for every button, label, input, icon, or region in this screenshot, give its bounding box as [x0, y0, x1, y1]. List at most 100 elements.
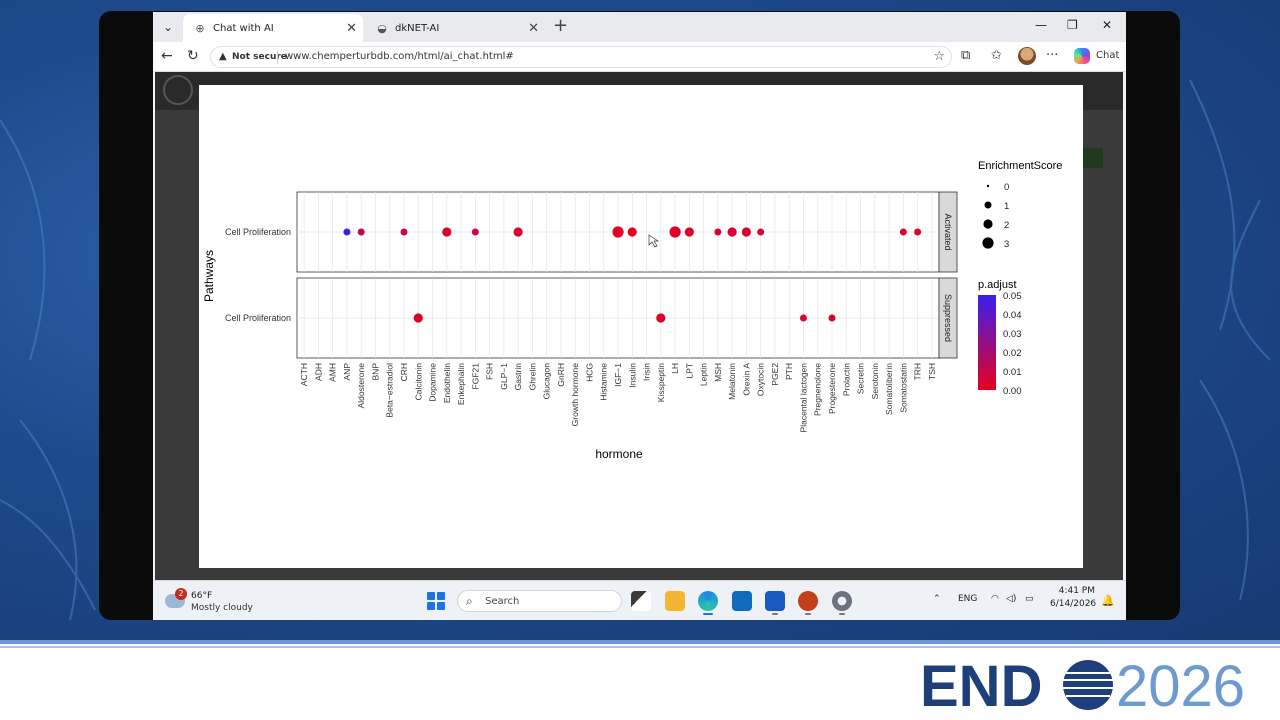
- data-point: [413, 313, 423, 323]
- copilot-icon[interactable]: [1074, 48, 1090, 64]
- new-tab-icon[interactable]: +: [553, 17, 568, 35]
- x-tick-label: Progesterone: [827, 363, 837, 414]
- x-tick-label: Kisspeptin: [656, 363, 666, 402]
- color-legend-tick: 0.00: [1003, 386, 1022, 397]
- tab-strip: ⌄ ⊕ Chat with AI ✕ ◒ dkNET-AI ✕ + — ❐ ✕: [153, 12, 1126, 42]
- data-point: [357, 228, 365, 236]
- chart-svg: Pathways hormone Cell Proliferation Cell…: [202, 160, 1062, 461]
- close-tab-icon[interactable]: ✕: [346, 21, 357, 36]
- size-legend-label: 1: [1004, 201, 1009, 212]
- size-legend-title: EnrichmentScore: [978, 160, 1062, 172]
- restore-icon[interactable]: ❐: [1067, 18, 1078, 32]
- x-tick-label: ANP: [342, 363, 352, 381]
- tab-actions-menu[interactable]: ⌄: [156, 16, 180, 38]
- color-legend-tick: 0.04: [1003, 310, 1022, 321]
- weather-condition: Mostly cloudy: [191, 603, 253, 613]
- color-legend-tick: 0.03: [1003, 329, 1022, 340]
- windows-start-icon[interactable]: [427, 592, 445, 610]
- task-view-icon[interactable]: [631, 591, 651, 611]
- x-tick-labels: ACTH ADH AMH ANP Aldosterone BNP Beta−estradio…: [299, 363, 937, 433]
- windows-taskbar: 2 66°F Mostly cloudy ⌕ Search ⌃ ENG ◠ ◁)…: [153, 580, 1126, 620]
- url-box[interactable]: ▲ Not secure www.chemperturbdb.com/html/…: [210, 46, 952, 68]
- svg-text:2026: 2026: [1116, 654, 1245, 716]
- settings-gear-icon[interactable]: [832, 591, 852, 615]
- minimize-icon[interactable]: —: [1035, 18, 1047, 32]
- wifi-icon[interactable]: ◠: [991, 594, 999, 604]
- x-tick-label: Growth hormone: [570, 363, 580, 427]
- data-point: [714, 228, 722, 236]
- chevron-up-icon[interactable]: ⌃: [933, 594, 941, 604]
- data-point: [741, 227, 752, 237]
- tab-dknet-ai[interactable]: ◒ dkNET-AI ✕: [365, 14, 545, 42]
- data-point: [669, 226, 681, 238]
- data-point: [513, 227, 523, 237]
- data-point: [627, 227, 637, 237]
- file-explorer-icon[interactable]: [665, 591, 685, 611]
- color-legend-title: p.adjust: [978, 279, 1017, 291]
- size-legend-label: 0: [1004, 182, 1009, 193]
- x-tick-label: Somatostatin: [898, 363, 908, 413]
- url-text[interactable]: www.chemperturbdb.com/html/ai_chat.html#: [285, 51, 514, 62]
- facet-suppressed-panel: [296, 277, 958, 359]
- x-tick-label: Beta−estradiol: [385, 363, 395, 418]
- x-tick-label: MSH: [713, 363, 723, 382]
- favorite-star-icon[interactable]: ☆: [933, 49, 945, 64]
- x-tick-label: GnRH: [556, 363, 566, 387]
- x-tick-label: Histamine: [599, 363, 609, 401]
- taskbar-search[interactable]: ⌕ Search: [457, 590, 622, 612]
- side-tag: [1083, 148, 1103, 168]
- notification-badge: 2: [175, 588, 187, 600]
- clock-time: 4:41 PM: [1058, 586, 1095, 596]
- x-tick-label: Gastrin: [513, 363, 523, 391]
- more-menu-icon[interactable]: ···: [1046, 48, 1058, 63]
- language-indicator[interactable]: ENG: [958, 594, 977, 604]
- globe-icon: ⊕: [195, 21, 205, 35]
- size-legend-label: 3: [1004, 239, 1009, 250]
- back-arrow-icon[interactable]: ←: [161, 48, 173, 64]
- powerpoint-icon[interactable]: [798, 591, 818, 615]
- search-label: Search: [485, 596, 520, 607]
- x-tick-label: ACTH: [299, 363, 309, 386]
- warning-icon[interactable]: ▲: [219, 51, 227, 62]
- x-tick-label: PTH: [784, 363, 794, 380]
- store-icon[interactable]: [732, 591, 752, 611]
- data-point: [343, 228, 351, 236]
- temperature: 66°F: [191, 591, 213, 601]
- copilot-label[interactable]: Chat: [1096, 50, 1119, 61]
- battery-icon[interactable]: ▭: [1025, 594, 1034, 604]
- search-icon: ⌕: [466, 594, 473, 608]
- security-label[interactable]: Not secure: [232, 52, 287, 62]
- size-legend-dot: [982, 237, 994, 249]
- x-tick-label: Orexin A: [741, 363, 751, 396]
- size-legend-dot: [986, 184, 990, 188]
- data-point: [656, 313, 666, 323]
- data-point: [442, 227, 452, 237]
- clock-date: 6/14/2026: [1050, 599, 1097, 609]
- close-window-icon[interactable]: ✕: [1102, 18, 1112, 32]
- url-separator: [277, 51, 278, 64]
- facet-label-activated: Activated: [943, 213, 953, 250]
- x-tick-label: Insulin: [627, 363, 637, 388]
- data-point: [799, 314, 807, 322]
- y-axis-label: Pathways: [202, 250, 216, 302]
- word-icon[interactable]: [765, 591, 785, 615]
- web-content: Pathways hormone Cell Proliferation Cell…: [155, 72, 1123, 580]
- favorites-icon[interactable]: ✩: [991, 48, 1002, 63]
- x-tick-label: FGF21: [470, 363, 480, 390]
- data-point: [899, 228, 907, 236]
- x-tick-label: Serotonin: [870, 363, 880, 400]
- edge-browser-icon[interactable]: [698, 591, 718, 615]
- system-clock[interactable]: 4:41 PM 6/14/2026: [1050, 585, 1097, 611]
- volume-icon[interactable]: ◁): [1006, 594, 1016, 604]
- facet-activated-panel: [296, 191, 958, 273]
- notification-bell-icon[interactable]: 🔔: [1101, 594, 1115, 607]
- tab-chat-with-ai[interactable]: ⊕ Chat with AI ✕: [183, 14, 363, 42]
- color-legend-tick: 0.02: [1003, 348, 1022, 359]
- x-tick-label: Ghrelin: [527, 363, 537, 391]
- size-legend-label: 2: [1004, 220, 1009, 231]
- reload-icon[interactable]: ↻: [187, 48, 199, 64]
- close-tab-icon[interactable]: ✕: [528, 21, 539, 36]
- extensions-icon[interactable]: ⧉: [961, 48, 970, 63]
- profile-avatar[interactable]: [1018, 47, 1036, 65]
- x-tick-label: Irisin: [642, 363, 652, 381]
